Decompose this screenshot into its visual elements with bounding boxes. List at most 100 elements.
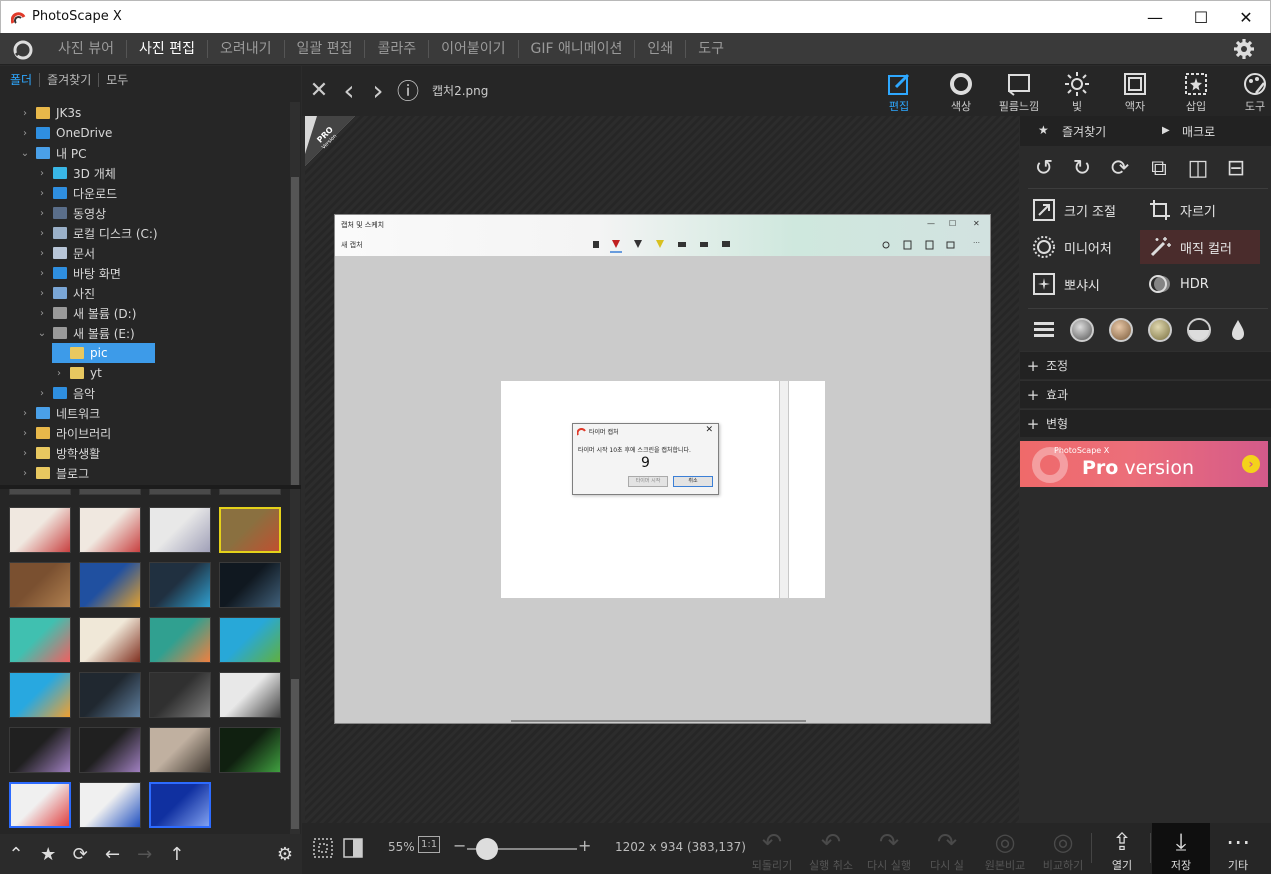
forward-arrow-icon[interactable]: → [129, 834, 161, 874]
thumbnail[interactable] [149, 782, 211, 828]
redo-button[interactable]: ↷ 다시 실행 [860, 823, 918, 874]
tree-scrollbar[interactable] [290, 102, 300, 550]
close-button[interactable]: ✕ [1223, 1, 1269, 33]
star-icon[interactable]: ★ [1038, 123, 1049, 137]
info-icon[interactable]: ⓘ [396, 78, 420, 105]
tree-chevron-icon[interactable]: › [35, 388, 49, 399]
tree-item[interactable]: › 새 볼륨 (D:) [35, 303, 136, 323]
thumbnail[interactable] [219, 617, 281, 663]
prev-image-icon[interactable]: ‹ [337, 74, 361, 107]
straighten-icon[interactable]: ⧉ [1143, 152, 1175, 184]
refresh-icon[interactable]: ⟳ [64, 834, 96, 874]
resize-tool[interactable]: 크기 조절 [1032, 193, 1142, 227]
thumbnail[interactable] [79, 672, 141, 718]
banner-go-icon[interactable]: › [1242, 455, 1260, 473]
thumbnail[interactable] [79, 507, 141, 553]
open-button[interactable]: ⇪ 열기 [1093, 823, 1151, 874]
thumbnail[interactable] [79, 562, 141, 608]
compare-split-icon[interactable] [342, 837, 364, 859]
tree-item[interactable]: › OneDrive [18, 123, 112, 143]
tree-chevron-icon[interactable]: › [18, 468, 32, 479]
actual-size-button[interactable]: 1:1 [418, 836, 441, 853]
tree-item[interactable]: ⌄ 내 PC [18, 143, 87, 163]
tool-tab-light[interactable]: 빛 [1048, 66, 1106, 116]
tool-tab-color[interactable]: 색상 [932, 66, 990, 116]
selection-grid-icon[interactable] [312, 837, 334, 859]
tool-tab-tools[interactable]: 도구 [1226, 66, 1271, 116]
tool-tab-film[interactable]: 필름느낌 [990, 66, 1048, 116]
zoom-out-icon[interactable]: − [453, 836, 466, 855]
favorite-star-icon[interactable]: ★ [32, 834, 64, 874]
thumbnail[interactable] [149, 489, 211, 495]
menu-item[interactable]: GIF 애니메이션 [517, 40, 635, 58]
tool-tab-frame[interactable]: 액자 [1106, 66, 1164, 116]
tree-chevron-icon[interactable]: › [18, 108, 32, 119]
filter-half-icon[interactable] [1187, 318, 1211, 342]
macro-tab[interactable]: 매크로 [1182, 123, 1215, 140]
pro-version-banner[interactable]: PhotoScape X Pro version › [1020, 441, 1268, 487]
magic-color-tool[interactable]: 매직 컬러 [1140, 230, 1260, 264]
tree-chevron-icon[interactable]: › [18, 408, 32, 419]
tree-chevron-icon[interactable]: › [18, 448, 32, 459]
tree-item[interactable]: › 음악 [35, 383, 95, 403]
menu-item[interactable]: 콜라주 [364, 40, 428, 58]
tree-item[interactable]: › 라이브러리 [18, 423, 111, 443]
pro-version-badge[interactable]: PRO Version [305, 116, 355, 166]
tree-chevron-icon[interactable]: › [35, 188, 49, 199]
tool-tab-edit[interactable]: 편집 [870, 66, 928, 116]
parent-folder-icon[interactable]: ↑ [161, 834, 193, 874]
folder-tab[interactable]: 폴더 [8, 73, 39, 87]
tree-item[interactable]: › 동영상 [35, 203, 106, 223]
menu-item[interactable]: 도구 [685, 40, 736, 58]
thumbnail[interactable] [219, 489, 281, 495]
thumbnail[interactable] [79, 782, 141, 828]
redo-all-button[interactable]: ↷ 다시 실 [918, 823, 976, 874]
thumbnail-scroll-thumb[interactable] [291, 679, 299, 829]
menu-item[interactable]: 일괄 편집 [283, 40, 365, 58]
menu-item[interactable]: 오려내기 [206, 40, 284, 58]
tree-item[interactable]: › 네트워크 [18, 403, 100, 423]
minimize-button[interactable]: — [1132, 1, 1178, 33]
menu-item[interactable]: 인쇄 [634, 40, 685, 58]
home-icon[interactable] [12, 39, 34, 61]
tree-chevron-icon[interactable]: › [35, 228, 49, 239]
tree-item[interactable]: › 방학생활 [18, 443, 100, 463]
browser-settings-icon[interactable]: ⚙ [269, 834, 301, 874]
tree-item[interactable]: › 3D 개체 [35, 163, 116, 183]
crop-tool[interactable]: 자르기 [1148, 193, 1258, 227]
rotate-right-icon[interactable]: ↻ [1066, 152, 1098, 184]
tree-chevron-icon[interactable]: › [52, 368, 66, 379]
tree-chevron-icon[interactable]: › [35, 288, 49, 299]
thumbnail[interactable] [149, 617, 211, 663]
filter-sepia-icon[interactable] [1109, 318, 1133, 342]
tree-chevron-icon[interactable]: › [35, 168, 49, 179]
rotate-free-icon[interactable]: ⟳ [1104, 152, 1136, 184]
thumbnail[interactable] [219, 727, 281, 773]
tree-chevron-icon[interactable]: › [35, 208, 49, 219]
tree-item[interactable]: pic [52, 343, 155, 363]
more-button[interactable]: ⋯ 기타 [1209, 823, 1267, 874]
thumbnail[interactable] [9, 727, 71, 773]
tree-chevron-icon[interactable]: › [18, 128, 32, 139]
hdr-tool[interactable]: HDR [1148, 267, 1258, 301]
menu-item[interactable]: 이어붙이기 [428, 40, 517, 58]
tree-chevron-icon[interactable]: › [35, 268, 49, 279]
maximize-button[interactable]: ☐ [1178, 1, 1224, 33]
filter-list-icon[interactable] [1032, 318, 1056, 342]
back-arrow-icon[interactable]: ← [96, 834, 128, 874]
tree-chevron-icon[interactable]: › [35, 308, 49, 319]
thumbnail[interactable] [219, 507, 281, 553]
tree-item[interactable]: › 문서 [35, 243, 95, 263]
tree-item[interactable]: ⌄ 새 볼륨 (E:) [35, 323, 135, 343]
settings-gear-icon[interactable] [1233, 38, 1255, 60]
folder-tab[interactable]: 즐겨찾기 [39, 73, 98, 87]
undo-button[interactable]: ↶ 실행 취소 [802, 823, 860, 874]
thumbnail[interactable] [9, 617, 71, 663]
compare-button[interactable]: ◎ 비교하기 [1034, 823, 1092, 874]
tree-item[interactable]: › 사진 [35, 283, 95, 303]
flip-vertical-icon[interactable]: ⊟ [1220, 152, 1252, 184]
thumbnail[interactable] [149, 727, 211, 773]
transform-section[interactable]: + 변형 [1020, 409, 1271, 437]
adjust-section[interactable]: + 조정 [1020, 351, 1271, 379]
zoom-in-icon[interactable]: + [578, 836, 591, 855]
